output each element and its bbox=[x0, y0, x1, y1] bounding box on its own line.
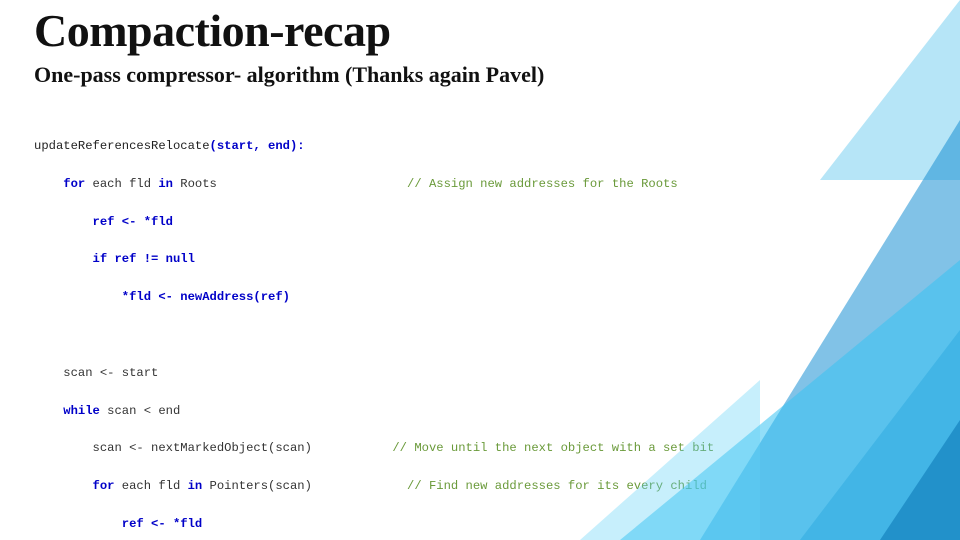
code-line: scan <- start bbox=[34, 364, 900, 383]
code-line: if ref != null bbox=[34, 250, 900, 269]
code-block: updateReferencesRelocate(start, end): fo… bbox=[34, 118, 900, 540]
code-line: while scan < end bbox=[34, 402, 900, 421]
slide-subtitle: One-pass compressor- algorithm (Thanks a… bbox=[34, 62, 544, 88]
code-line: *fld <- newAddress(ref) bbox=[34, 288, 900, 307]
code-line: ref <- *fld bbox=[34, 213, 900, 232]
code-line: scan <- nextMarkedObject(scan) // Move u… bbox=[34, 439, 900, 458]
code-line: updateReferencesRelocate(start, end): bbox=[34, 137, 900, 156]
code-line bbox=[34, 326, 900, 345]
code-line: ref <- *fld bbox=[34, 515, 900, 534]
code-line: for each fld in Roots // Assign new addr… bbox=[34, 175, 900, 194]
code-line: for each fld in Pointers(scan) // Find n… bbox=[34, 477, 900, 496]
slide: Compaction-recap One-pass compressor- al… bbox=[0, 0, 960, 540]
slide-title: Compaction-recap bbox=[34, 4, 391, 57]
